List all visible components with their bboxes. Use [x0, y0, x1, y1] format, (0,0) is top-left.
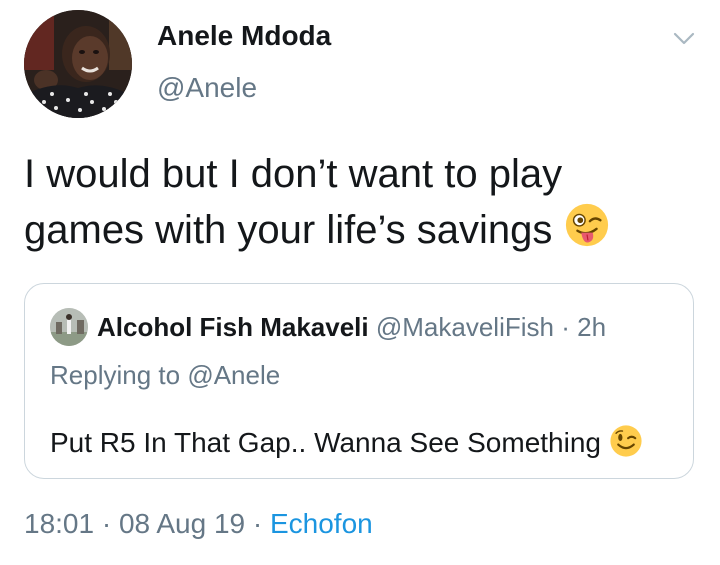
- tweet-card: Anele Mdoda @Anele I would but I don’t w…: [0, 0, 720, 565]
- replying-to-line: Replying to @Anele: [50, 360, 280, 391]
- separator-dot: ·: [252, 508, 263, 539]
- winking-face-icon: [609, 424, 643, 465]
- quoted-author-display-name[interactable]: Alcohol Fish Makaveli: [97, 312, 369, 342]
- tweet-text: I would but I don’t want to play games w…: [24, 146, 694, 263]
- quoted-tweet-text-body: Put R5 In That Gap.. Wanna See Something: [50, 426, 601, 458]
- tweet-text-line-2: games with your life’s savings: [24, 202, 694, 263]
- separator-dot: ·: [101, 508, 112, 539]
- quoted-author-avatar[interactable]: [50, 308, 88, 346]
- tweet-source-link[interactable]: Echofon: [270, 508, 373, 539]
- quoted-author-handle[interactable]: @MakaveliFish: [376, 312, 554, 342]
- replying-to-mention[interactable]: @Anele: [187, 360, 280, 390]
- avatar-photo-icon: [24, 10, 132, 118]
- quoted-avatar-photo-icon: [50, 308, 88, 346]
- winking-face-with-tongue-icon: [564, 202, 610, 263]
- chevron-down-icon[interactable]: [672, 26, 696, 50]
- author-handle[interactable]: @Anele: [157, 72, 257, 104]
- quoted-tweet-time[interactable]: 2h: [577, 312, 606, 342]
- quoted-tweet-header: Alcohol Fish Makaveli @MakaveliFish · 2h: [97, 308, 606, 346]
- tweet-time[interactable]: 18:01: [24, 508, 94, 539]
- replying-to-label: Replying to: [50, 360, 181, 390]
- tweet-date[interactable]: 08 Aug 19: [119, 508, 245, 539]
- tweet-meta: 18:01 · 08 Aug 19 · Echofon: [24, 508, 373, 540]
- quoted-tweet-text: Put R5 In That Gap.. Wanna See Something: [50, 424, 643, 465]
- author-avatar[interactable]: [24, 10, 132, 118]
- quoted-tweet[interactable]: Alcohol Fish Makaveli @MakaveliFish · 2h…: [24, 283, 694, 479]
- tweet-text-line-1: I would but I don’t want to play: [24, 152, 563, 196]
- author-display-name[interactable]: Anele Mdoda: [157, 20, 331, 52]
- tweet-text-line-2-text: games with your life’s savings: [24, 208, 553, 253]
- separator-dot: ·: [561, 312, 570, 342]
